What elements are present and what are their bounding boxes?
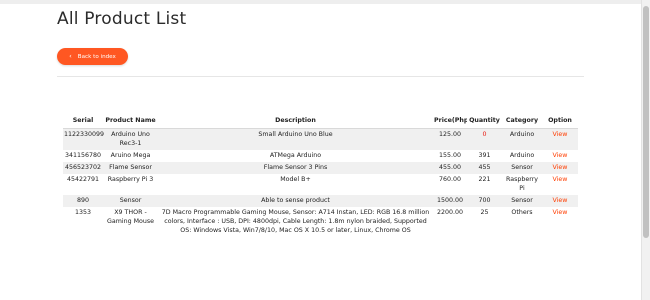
header-quantity: Quantity	[467, 114, 502, 129]
product-table: Serial Product Name Description Price(Ph…	[63, 114, 578, 237]
cell-option: View	[542, 174, 578, 195]
cell-price: 155.00	[438, 152, 462, 159]
cell-quantity: 25	[480, 209, 489, 216]
cell-category: Raspberry Pi	[505, 176, 539, 192]
cell-price: 760.00	[438, 176, 462, 183]
page-title: All Product List	[57, 9, 187, 29]
cell-option: View	[542, 207, 578, 237]
view-link[interactable]: View	[553, 197, 568, 204]
cell-quantity: 455	[467, 162, 502, 174]
cell-price: 125.00	[433, 128, 467, 150]
cell-serial: 45422791	[66, 176, 100, 183]
table-row: 45422791 Raspberry Pi 3 Model B+ 760.00 …	[63, 174, 578, 195]
cell-description: Small Arduino Uno Blue	[158, 128, 433, 150]
cell-description: Flame Sensor 3 Pins	[158, 162, 433, 174]
cell-option: View	[542, 128, 578, 150]
cell-product-name: Aruino Mega	[110, 152, 151, 159]
cell-option: View	[542, 150, 578, 162]
cell-quantity: 391	[478, 152, 491, 159]
cell-category: Arduino	[509, 152, 535, 159]
cell-serial: 1122330099	[63, 128, 104, 150]
scrollbar-thumb[interactable]	[643, 6, 649, 238]
table-header-row: Serial Product Name Description Price(Ph…	[63, 114, 578, 129]
cell-quantity: 700	[467, 195, 502, 207]
cell-description: Model B+	[280, 176, 311, 183]
cell-serial: 456523702	[63, 162, 103, 174]
cell-product-name: Sensor	[103, 195, 158, 207]
view-link[interactable]: View	[553, 209, 568, 216]
table-row: 456523702 Flame Sensor Flame Sensor 3 Pi…	[63, 162, 578, 174]
back-button-label: Back to index	[77, 54, 116, 60]
cell-price: 1500.00	[433, 195, 467, 207]
cell-description: Able to sense product	[158, 195, 433, 207]
cell-category: Sensor	[502, 195, 542, 207]
top-strip	[0, 0, 650, 4]
cell-product-name: Arduino Uno Rec3-1	[103, 128, 158, 150]
view-link[interactable]: View	[553, 131, 568, 138]
header-option: Option	[542, 114, 578, 129]
cell-product-name: Raspberry Pi 3	[107, 176, 154, 183]
cell-serial: 1353	[74, 209, 92, 216]
cell-category: Sensor	[502, 162, 542, 174]
header-serial: Serial	[63, 114, 103, 129]
cell-product-name: X9 THOR - Gaming Mouse	[106, 209, 155, 225]
cell-option: View	[542, 162, 578, 174]
cell-price: 455.00	[433, 162, 467, 174]
header-price: Price(Php)	[433, 114, 467, 129]
chevron-left-icon: ‹	[69, 52, 72, 60]
view-link[interactable]: View	[553, 152, 568, 159]
cell-quantity: 0	[467, 128, 502, 150]
header-product-name: Product Name	[103, 114, 158, 129]
table-row: 1122330099 Arduino Uno Rec3-1 Small Ardu…	[63, 128, 578, 150]
cell-serial: 890	[63, 195, 103, 207]
header-description: Description	[158, 114, 433, 129]
view-link[interactable]: View	[553, 164, 568, 171]
cell-description: 7D Macro Programmable Gaming Mouse, Sens…	[161, 209, 430, 234]
cell-serial: 341156780	[64, 152, 102, 159]
table-row: 1353 X9 THOR - Gaming Mouse 7D Macro Pro…	[63, 207, 578, 237]
cell-category: Arduino	[502, 128, 542, 150]
table-row: 890 Sensor Able to sense product 1500.00…	[63, 195, 578, 207]
cell-option: View	[542, 195, 578, 207]
view-link[interactable]: View	[553, 176, 568, 183]
back-to-index-button[interactable]: ‹ Back to index	[57, 48, 128, 65]
cell-quantity: 221	[478, 176, 491, 183]
cell-product-name: Flame Sensor	[103, 162, 158, 174]
table-row: 341156780 Aruino Mega ATMega Arduino 155…	[63, 150, 578, 162]
page-scrollbar[interactable]	[641, 0, 650, 300]
cell-price: 2200.00	[436, 209, 464, 216]
divider	[57, 76, 584, 77]
cell-description: ATMega Arduino	[269, 152, 322, 159]
cell-category: Others	[511, 209, 533, 216]
header-category: Category	[502, 114, 542, 129]
